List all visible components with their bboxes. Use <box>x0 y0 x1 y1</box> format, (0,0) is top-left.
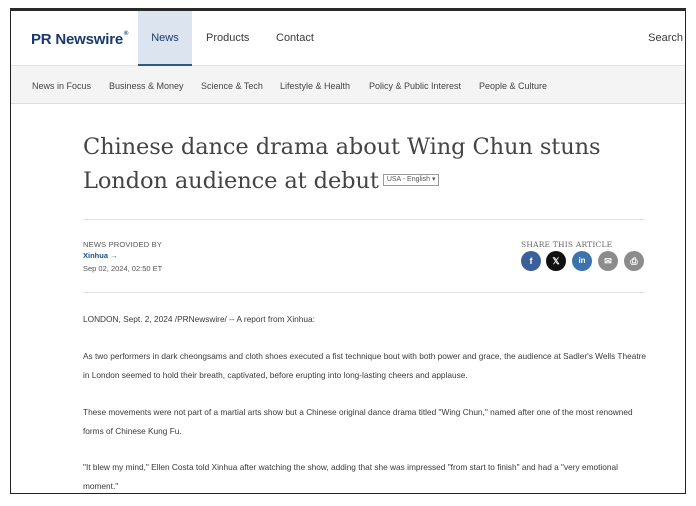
language-selector[interactable]: USA - English ▾ <box>382 174 440 186</box>
divider <box>83 292 645 293</box>
article-paragraph: As two performers in dark cheongsams and… <box>83 351 647 380</box>
top-navigation: PR Newswire® News Products Contact Searc… <box>11 11 685 66</box>
article-paragraph: LONDON, Sept. 2, 2024 /PRNewswire/ -- A … <box>83 314 315 324</box>
email-share-icon[interactable]: ✉ <box>598 251 618 271</box>
linkedin-share-icon[interactable]: in <box>572 251 592 271</box>
publish-date: Sep 02, 2024, 02:50 ET <box>83 264 163 273</box>
article-title: Chinese dance drama about Wing Chun stun… <box>83 130 623 198</box>
pr-newswire-logo[interactable]: PR Newswire® <box>31 31 128 48</box>
category-policy-public-interest[interactable]: Policy & Public Interest <box>369 66 461 104</box>
x-share-icon[interactable]: 𝕏 <box>546 251 566 271</box>
nav-search[interactable]: Search <box>648 11 683 66</box>
category-bar: News in Focus Business & Money Science &… <box>11 66 685 104</box>
nav-contact[interactable]: Contact <box>276 11 314 66</box>
category-news-in-focus[interactable]: News in Focus <box>32 66 91 104</box>
divider <box>83 219 645 220</box>
source-link[interactable]: Xinhua → <box>83 251 118 260</box>
category-business-money[interactable]: Business & Money <box>109 66 184 104</box>
article-paragraph: These movements were not part of a marti… <box>83 407 633 436</box>
category-people-culture[interactable]: People & Culture <box>479 66 547 104</box>
nav-products[interactable]: Products <box>206 11 249 66</box>
facebook-share-icon[interactable]: f <box>521 251 541 271</box>
article-paragraph: "It blew my mind," Ellen Costa told Xinh… <box>83 462 618 491</box>
print-icon[interactable]: ⎙ <box>624 251 644 271</box>
share-label: SHARE THIS ARTICLE <box>521 240 613 249</box>
news-provided-by-label: NEWS PROVIDED BY <box>83 240 163 249</box>
browser-viewport: PR Newswire® News Products Contact Searc… <box>10 8 686 494</box>
article-title-text: Chinese dance drama about Wing Chun stun… <box>83 134 601 194</box>
category-science-tech[interactable]: Science & Tech <box>201 66 263 104</box>
nav-news[interactable]: News <box>138 11 192 66</box>
category-lifestyle-health[interactable]: Lifestyle & Health <box>280 66 350 104</box>
